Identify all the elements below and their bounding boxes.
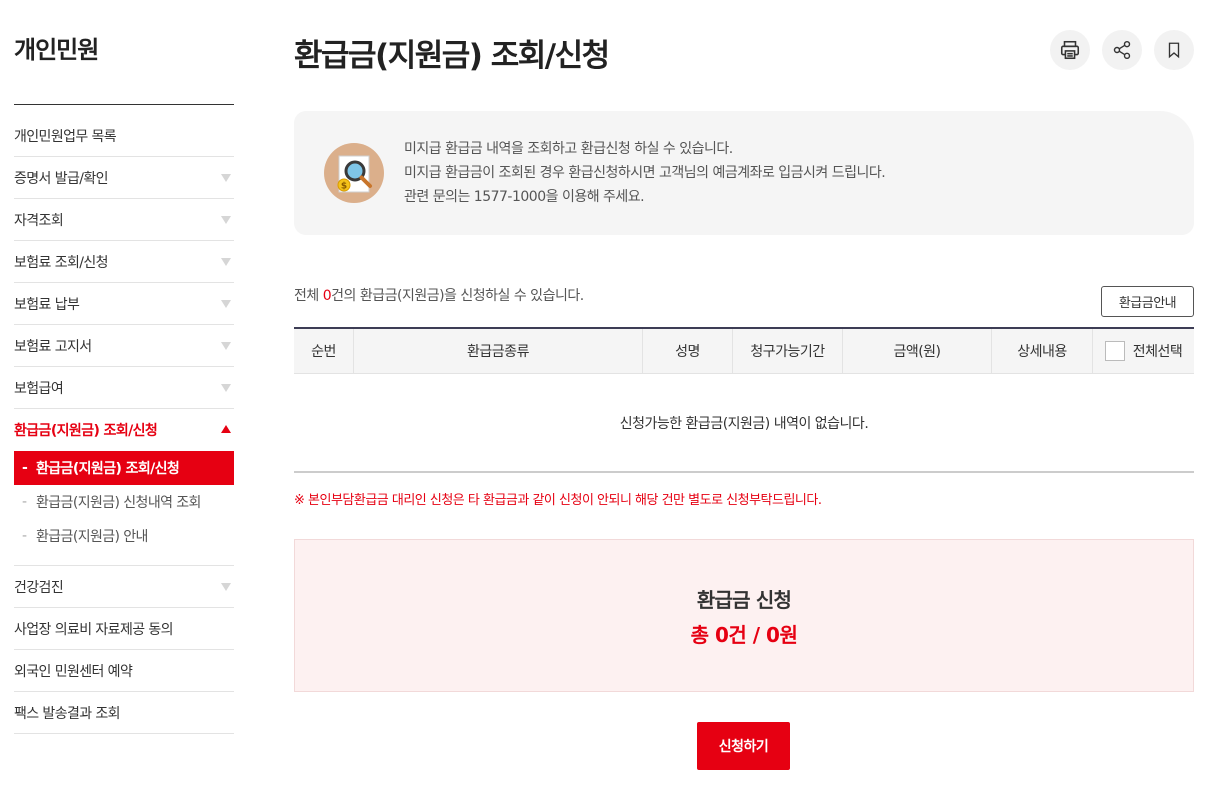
sidebar-menu: 개인민원업무 목록 증명서 발급/확인 자격조회 보험료 조회/신청 보험료 납… xyxy=(14,116,234,734)
submenu-dash: - xyxy=(22,460,28,476)
sidebar-item-foreigner-center[interactable]: 외국인 민원센터 예약 xyxy=(14,650,234,692)
submenu-item-label: 환급금(지원금) 조회/신청 xyxy=(36,461,180,477)
column-header-type: 환급금종류 xyxy=(354,329,643,373)
sidebar-item-refund[interactable]: 환급금(지원금) 조회/신청 xyxy=(14,409,234,451)
sidebar-item-civil-list[interactable]: 개인민원업무 목록 xyxy=(14,116,234,157)
submenu-item-label: 환급금(지원금) 신청내역 조회 xyxy=(36,495,201,511)
sidebar-item-label: 보험료 조회/신청 xyxy=(14,254,109,271)
sidebar-item-label: 보험급여 xyxy=(14,380,64,397)
chevron-down-icon xyxy=(221,341,231,350)
sidebar-item-label: 증명서 발급/확인 xyxy=(14,170,109,187)
share-button[interactable] xyxy=(1102,30,1142,70)
chevron-down-icon xyxy=(221,173,231,182)
info-box: $ 미지급 환급금 내역을 조회하고 환급신청 하실 수 있습니다. 미지급 환… xyxy=(294,111,1194,235)
share-icon xyxy=(1113,40,1131,60)
sidebar-item-medical-data-consent[interactable]: 사업장 의료비 자료제공 동의 xyxy=(14,608,234,650)
sidebar-item-label: 보험료 고지서 xyxy=(14,338,92,355)
chevron-down-icon xyxy=(221,383,231,392)
column-header-no: 순번 xyxy=(294,329,354,373)
sidebar-item-label: 팩스 발송결과 조회 xyxy=(14,705,121,722)
chevron-down-icon xyxy=(221,257,231,266)
column-header-period: 청구가능기간 xyxy=(733,329,843,373)
submenu-item-refund-guide[interactable]: - 환급금(지원금) 안내 xyxy=(14,519,234,553)
bookmark-icon xyxy=(1168,42,1180,59)
summary-prefix: 전체 xyxy=(294,288,323,304)
print-button[interactable] xyxy=(1050,30,1090,70)
magnifier-document-icon: $ xyxy=(324,143,384,203)
sidebar-divider xyxy=(14,104,234,105)
chevron-up-icon xyxy=(221,425,231,433)
submenu-item-refund-history[interactable]: - 환급금(지원금) 신청내역 조회 xyxy=(14,485,234,519)
summary-count: 0 xyxy=(322,288,332,304)
table-empty-message: 신청가능한 환급금(지원금) 내역이 없습니다. xyxy=(294,374,1194,473)
refund-summary: 전체 0건의 환급금(지원금)을 신청하실 수 있습니다. xyxy=(294,285,584,305)
magnifier-document-graphic: $ xyxy=(337,155,372,193)
table-header: 순번 환급금종류 성명 청구가능기간 금액(원) 상세내용 전체선택 xyxy=(294,327,1194,374)
sidebar-submenu: - 환급금(지원금) 조회/신청 - 환급금(지원금) 신청내역 조회 - 환급금(지… xyxy=(14,451,234,566)
refund-guide-button[interactable]: 환급금안내 xyxy=(1101,286,1194,317)
sidebar-item-label: 보험료 납부 xyxy=(14,296,80,313)
info-line: 관련 문의는 1577-1000을 이용해 주세요. xyxy=(404,189,645,205)
bookmark-button[interactable] xyxy=(1154,30,1194,70)
column-header-amount: 금액(원) xyxy=(843,329,992,373)
column-header-detail: 상세내용 xyxy=(992,329,1093,373)
select-all-label: 전체선택 xyxy=(1132,344,1183,360)
submenu-dash: - xyxy=(22,494,27,510)
sidebar-item-fax-results[interactable]: 팩스 발송결과 조회 xyxy=(14,692,234,734)
sidebar-item-label: 외국인 민원센터 예약 xyxy=(14,663,133,680)
sidebar-submenu-container: - 환급금(지원금) 조회/신청 - 환급금(지원금) 신청내역 조회 - 환급금(지… xyxy=(14,451,234,566)
svg-text:$: $ xyxy=(341,182,347,192)
sidebar-item-premium-payment[interactable]: 보험료 납부 xyxy=(14,283,234,325)
sidebar-item-premium-notice[interactable]: 보험료 고지서 xyxy=(14,325,234,367)
submenu-dash: - xyxy=(22,528,27,544)
printer-icon xyxy=(1060,40,1080,60)
sidebar-item-label: 환급금(지원금) 조회/신청 xyxy=(14,423,158,439)
refund-table: 순번 환급금종류 성명 청구가능기간 금액(원) 상세내용 전체선택 신청가능한… xyxy=(294,327,1194,473)
sidebar-item-eligibility[interactable]: 자격조회 xyxy=(14,199,234,241)
sidebar-title: 개인민원 xyxy=(14,36,99,64)
sidebar-item-label: 건강검진 xyxy=(14,579,64,596)
summary-suffix: 건의 환급금(지원금)을 신청하실 수 있습니다. xyxy=(331,288,584,304)
sidebar-item-label: 개인민원업무 목록 xyxy=(14,129,117,145)
chevron-down-icon xyxy=(221,215,231,224)
page-title: 환급금(지원금) 조회/신청 xyxy=(294,38,610,74)
sidebar-item-label: 자격조회 xyxy=(14,212,64,229)
info-line: 미지급 환급금이 조회된 경우 환급신청하시면 고객님의 예금계좌로 입금시켜 … xyxy=(404,165,886,181)
apply-title: 환급금 신청 xyxy=(696,588,792,612)
chevron-down-icon xyxy=(221,582,231,591)
apply-summary-box: 환급금 신청 총 0건 / 0원 xyxy=(294,539,1194,692)
sidebar-item-label: 사업장 의료비 자료제공 동의 xyxy=(14,621,174,638)
apply-total: 총 0건 / 0원 xyxy=(690,623,798,647)
agent-notice: ※ 본인부담환급금 대리인 신청은 타 환급금과 같이 신청이 안되니 해당 건… xyxy=(294,493,822,508)
apply-button[interactable]: 신청하기 xyxy=(697,722,790,770)
sidebar-item-benefits[interactable]: 보험급여 xyxy=(14,367,234,409)
sidebar-item-certificates[interactable]: 증명서 발급/확인 xyxy=(14,157,234,199)
column-header-name: 성명 xyxy=(643,329,733,373)
chevron-down-icon xyxy=(221,299,231,308)
sidebar-item-premium-inquiry[interactable]: 보험료 조회/신청 xyxy=(14,241,234,283)
sidebar-item-health-checkup[interactable]: 건강검진 xyxy=(14,566,234,608)
column-header-select-all: 전체선택 xyxy=(1093,329,1194,373)
submenu-item-label: 환급금(지원금) 안내 xyxy=(36,529,148,545)
info-text: 미지급 환급금 내역을 조회하고 환급신청 하실 수 있습니다. 미지급 환급금… xyxy=(404,137,886,209)
select-all-checkbox[interactable] xyxy=(1104,341,1125,361)
submenu-item-refund-inquiry[interactable]: - 환급금(지원금) 조회/신청 xyxy=(14,451,234,485)
info-line: 미지급 환급금 내역을 조회하고 환급신청 하실 수 있습니다. xyxy=(404,141,733,157)
